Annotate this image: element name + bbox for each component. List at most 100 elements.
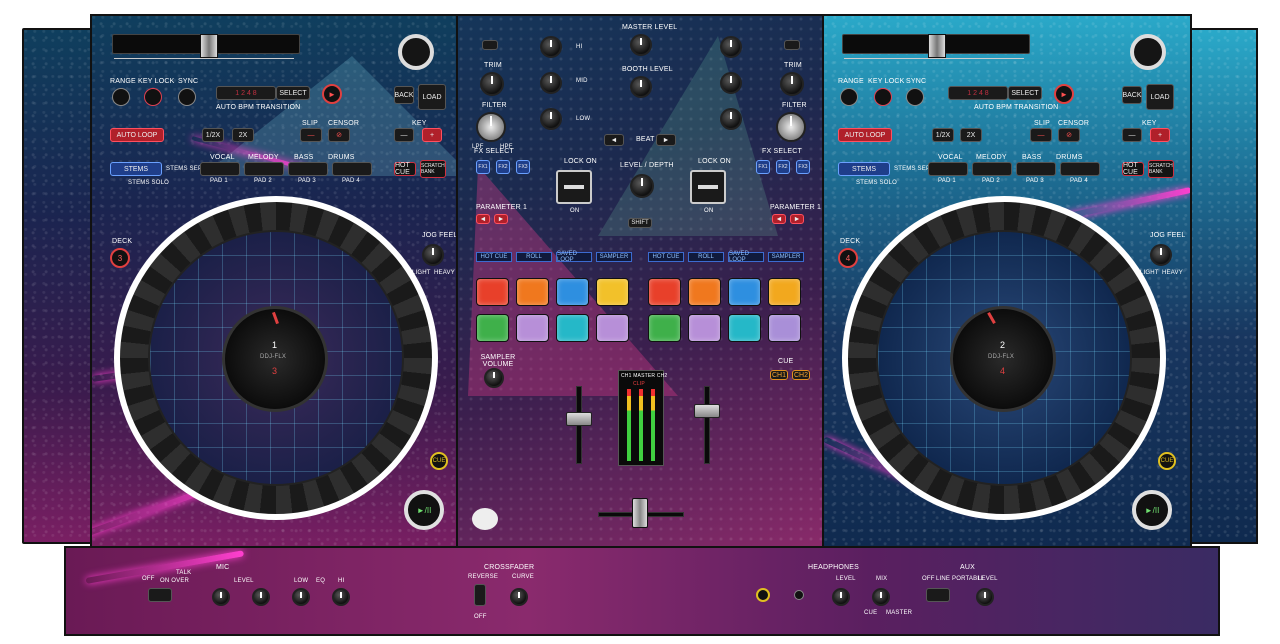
deck-select-button[interactable]: 3 xyxy=(110,248,130,268)
headphones-level-knob[interactable] xyxy=(832,588,850,606)
sampler-volume-knob[interactable] xyxy=(484,368,504,388)
crossfader-curve-knob[interactable] xyxy=(510,588,528,606)
beat-right-button[interactable]: ► xyxy=(656,134,676,146)
ch1-mid-knob[interactable] xyxy=(540,72,562,94)
jog-feel-knob[interactable] xyxy=(422,244,444,266)
double-loop-button[interactable]: 2X xyxy=(232,128,254,142)
fx3-button-left[interactable]: FX3 xyxy=(516,160,530,174)
fx-on-button-right[interactable] xyxy=(690,170,726,204)
auto-loop-button[interactable]: AUTO LOOP xyxy=(838,128,892,142)
tempo-slider-handle[interactable] xyxy=(200,34,218,58)
auto-loop-button[interactable]: AUTO LOOP xyxy=(110,128,164,142)
range-button[interactable] xyxy=(112,88,130,106)
jog-feel-knob[interactable] xyxy=(1150,244,1172,266)
browse-rotary[interactable] xyxy=(398,34,434,70)
key-plus-button[interactable]: + xyxy=(1150,128,1170,142)
performance-pad[interactable] xyxy=(768,278,801,306)
ch1-low-knob[interactable] xyxy=(540,108,562,130)
play-pause-button[interactable]: ►/II xyxy=(404,490,444,530)
beat-left-button[interactable]: ◄ xyxy=(604,134,624,146)
censor-button[interactable]: ⊘ xyxy=(1058,128,1080,142)
auto-bpm-button[interactable]: ► xyxy=(1054,84,1074,104)
slip-button[interactable]: — xyxy=(1030,128,1052,142)
mic-mode-switch[interactable] xyxy=(148,588,172,602)
performance-pad[interactable] xyxy=(688,314,721,342)
ch1-input-switch[interactable] xyxy=(482,40,498,50)
mic2-level-knob[interactable] xyxy=(252,588,270,606)
aux-level-knob[interactable] xyxy=(976,588,994,606)
performance-pad[interactable] xyxy=(556,314,589,342)
scratch-bank-button[interactable]: SCRATCH BANK xyxy=(420,160,446,178)
ch2-trim-knob[interactable] xyxy=(780,72,804,96)
ch2-input-switch[interactable] xyxy=(784,40,800,50)
ch2-fader-track[interactable] xyxy=(704,386,710,464)
ch1-fader-handle[interactable] xyxy=(566,412,592,426)
shift-button[interactable]: SHIFT xyxy=(628,218,652,228)
pad-mode-saved-loop-left[interactable]: SAVED LOOP xyxy=(556,251,592,263)
cue-button[interactable]: CUE xyxy=(430,452,448,470)
scratch-bank-button[interactable]: SCRATCH BANK xyxy=(1148,160,1174,178)
fx1-button-left[interactable]: FX1 xyxy=(476,160,490,174)
fx2-button-left[interactable]: FX2 xyxy=(496,160,510,174)
performance-pad[interactable] xyxy=(728,314,761,342)
mic-low-knob[interactable] xyxy=(292,588,310,606)
ch2-hi-knob[interactable] xyxy=(720,36,742,58)
fx3-button-right[interactable]: FX3 xyxy=(796,160,810,174)
pad1-button[interactable] xyxy=(200,162,240,176)
ch2-fader-handle[interactable] xyxy=(694,404,720,418)
pad1-button[interactable] xyxy=(928,162,968,176)
performance-pad[interactable] xyxy=(596,314,629,342)
key-minus-button[interactable]: — xyxy=(394,128,414,142)
pad-mode-roll-left[interactable]: ROLL xyxy=(516,252,552,262)
pad3-button[interactable] xyxy=(288,162,328,176)
param-right-button-right[interactable]: ► xyxy=(790,214,804,224)
key-minus-button[interactable]: — xyxy=(1122,128,1142,142)
half-loop-button[interactable]: 1/2X xyxy=(202,128,224,142)
auto-bpm-button[interactable]: ► xyxy=(322,84,342,104)
booth-level-knob[interactable] xyxy=(630,76,652,98)
param-left-button-left[interactable]: ◄ xyxy=(476,214,490,224)
browse-rotary[interactable] xyxy=(1130,34,1166,70)
hot-cue-button[interactable]: HOT CUE xyxy=(394,162,416,176)
ch1-cue-button[interactable]: CH1 xyxy=(770,370,788,380)
double-loop-button[interactable]: 2X xyxy=(960,128,982,142)
key-plus-button[interactable]: + xyxy=(422,128,442,142)
ch1-hi-knob[interactable] xyxy=(540,36,562,58)
performance-pad[interactable] xyxy=(556,278,589,306)
stems-button[interactable]: STEMS xyxy=(838,162,890,176)
pad-mode-sampler-right[interactable]: SAMPLER xyxy=(768,252,804,262)
pad-mode-hot-cue-right[interactable]: HOT CUE xyxy=(648,252,684,262)
cue-button[interactable]: CUE xyxy=(1158,452,1176,470)
fx2-button-right[interactable]: FX2 xyxy=(776,160,790,174)
ch1-trim-knob[interactable] xyxy=(480,72,504,96)
pad3-button[interactable] xyxy=(1016,162,1056,176)
performance-pad[interactable] xyxy=(516,278,549,306)
ch2-mid-knob[interactable] xyxy=(720,72,742,94)
hot-cue-button[interactable]: HOT CUE xyxy=(1122,162,1144,176)
pad2-button[interactable] xyxy=(972,162,1012,176)
performance-pad[interactable] xyxy=(476,278,509,306)
param-left-button-right[interactable]: ◄ xyxy=(772,214,786,224)
performance-pad[interactable] xyxy=(476,314,509,342)
ch2-filter-knob[interactable] xyxy=(776,112,806,142)
pad2-button[interactable] xyxy=(244,162,284,176)
headphones-mix-knob[interactable] xyxy=(872,588,890,606)
pad-mode-roll-right[interactable]: ROLL xyxy=(688,252,724,262)
ch1-filter-knob[interactable] xyxy=(476,112,506,142)
performance-pad[interactable] xyxy=(688,278,721,306)
play-pause-button[interactable]: ►/II xyxy=(1132,490,1172,530)
mic1-level-knob[interactable] xyxy=(212,588,230,606)
back-button[interactable]: BACK xyxy=(1122,86,1142,104)
slip-button[interactable]: — xyxy=(300,128,322,142)
ch2-low-knob[interactable] xyxy=(720,108,742,130)
select-button[interactable]: SELECT xyxy=(1008,86,1042,100)
performance-pad[interactable] xyxy=(596,278,629,306)
level-depth-knob[interactable] xyxy=(630,174,654,198)
performance-pad[interactable] xyxy=(516,314,549,342)
sync-button[interactable] xyxy=(178,88,196,106)
deck-select-button[interactable]: 4 xyxy=(838,248,858,268)
key-lock-button[interactable] xyxy=(144,88,162,106)
range-button[interactable] xyxy=(840,88,858,106)
load-button[interactable]: LOAD xyxy=(1146,84,1174,110)
aux-input-switch[interactable] xyxy=(926,588,950,602)
